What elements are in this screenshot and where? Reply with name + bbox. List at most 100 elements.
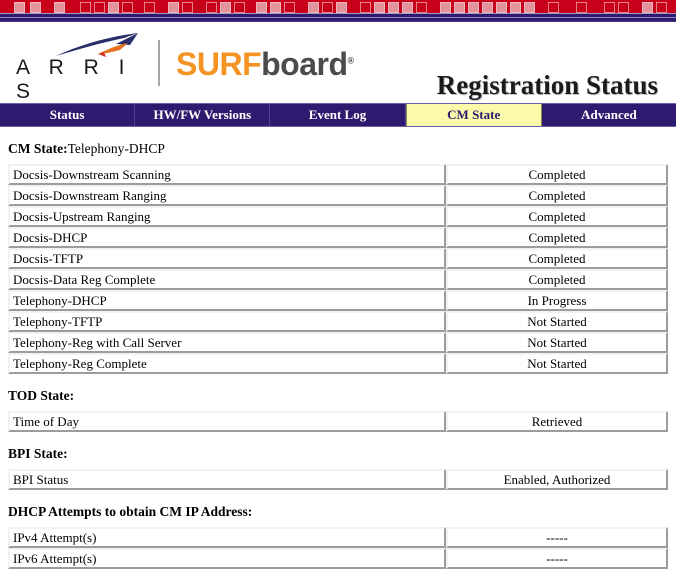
banner-square — [122, 2, 133, 13]
surfboard-surf-text: SURF — [176, 45, 262, 82]
table-row: Docsis-TFTP Completed — [8, 248, 668, 269]
banner-square — [108, 2, 119, 13]
surfboard-wordmark: SURFboard® — [176, 46, 354, 83]
banner-square — [642, 2, 653, 13]
banner-square — [454, 2, 465, 13]
dhcp-attempts-table: IPv4 Attempt(s) ----- IPv6 Attempt(s) ----- — [8, 527, 668, 569]
table-row: Telephony-TFTP Not Started — [8, 311, 668, 332]
row-label: Telephony-Reg with Call Server — [8, 332, 446, 353]
banner-square — [604, 2, 615, 13]
banner-square — [168, 2, 179, 13]
surfboard-board-text: board — [261, 45, 348, 82]
brand-logo: A R R I S SURFboard® — [16, 30, 354, 103]
registration-status-table-body: Docsis-Downstream Scanning Completed Docsi… — [8, 164, 668, 374]
row-label: IPv4 Attempt(s) — [8, 527, 446, 548]
table-row: Time of Day Retrieved — [8, 411, 668, 432]
table-row: IPv4 Attempt(s) ----- — [8, 527, 668, 548]
banner-square — [284, 2, 295, 13]
banner-square — [656, 2, 667, 13]
nav-tab-hw-fw-versions[interactable]: HW/FW Versions — [135, 104, 271, 126]
row-status: Completed — [446, 185, 668, 206]
tod-state-table-body: Time of Day Retrieved — [8, 411, 668, 432]
row-status: In Progress — [446, 290, 668, 311]
row-label: Docsis-TFTP — [8, 248, 446, 269]
table-row: Docsis-DHCP Completed — [8, 227, 668, 248]
banner-square — [524, 2, 535, 13]
row-status: Not Started — [446, 311, 668, 332]
row-label: Telephony-Reg Complete — [8, 353, 446, 374]
dhcp-attempts-table-body: IPv4 Attempt(s) ----- IPv6 Attempt(s) ----- — [8, 527, 668, 569]
cm-state-value: Telephony-DHCP — [67, 141, 165, 156]
row-status: Completed — [446, 206, 668, 227]
banner-square — [220, 2, 231, 13]
cm-state-label: CM State: — [8, 141, 68, 156]
row-status: Completed — [446, 164, 668, 185]
banner-square — [144, 2, 155, 13]
banner-square — [206, 2, 217, 13]
page-title: Registration Status — [436, 70, 658, 100]
registered-trademark-icon: ® — [347, 54, 355, 65]
banner-square — [482, 2, 493, 13]
row-status: ----- — [446, 527, 668, 548]
table-row: Telephony-Reg with Call Server Not Starte… — [8, 332, 668, 353]
banner-square — [576, 2, 587, 13]
table-row: Docsis-Upstream Ranging Completed — [8, 206, 668, 227]
table-row: Telephony-Reg Complete Not Started — [8, 353, 668, 374]
row-status: Enabled, Authorized — [446, 469, 668, 490]
banner-square — [322, 2, 333, 13]
banner-square — [270, 2, 281, 13]
banner-square — [308, 2, 319, 13]
banner-square — [30, 2, 41, 13]
banner-square — [496, 2, 507, 13]
banner-square — [336, 2, 347, 13]
banner-square — [54, 2, 65, 13]
table-row: IPv6 Attempt(s) ----- — [8, 548, 668, 569]
arris-logo: A R R I S — [16, 32, 144, 103]
banner-square — [360, 2, 371, 13]
table-row: BPI Status Enabled, Authorized — [8, 469, 668, 490]
nav-tab-cm-state[interactable]: CM State — [405, 104, 542, 126]
row-status: Not Started — [446, 332, 668, 353]
row-label: Docsis-Downstream Ranging — [8, 185, 446, 206]
row-label: Docsis-Data Reg Complete — [8, 269, 446, 290]
banner-stripes — [0, 13, 676, 22]
row-label: Time of Day — [8, 411, 446, 432]
page-content: CM State:Telephony-DHCP Docsis-Downstrea… — [0, 141, 676, 569]
arris-wordmark: A R R I S — [16, 56, 132, 103]
banner-square — [94, 2, 105, 13]
banner-square — [14, 2, 25, 13]
banner-square — [182, 2, 193, 13]
row-status: Retrieved — [446, 411, 668, 432]
main-navigation-bar[interactable]: Status HW/FW Versions Event Log CM State Adv… — [0, 103, 676, 127]
arris-swoosh-icon — [56, 33, 138, 57]
banner-square — [440, 2, 451, 13]
row-label: Telephony-DHCP — [8, 290, 446, 311]
cm-state-summary: CM State:Telephony-DHCP — [8, 141, 668, 157]
bpi-state-table: BPI Status Enabled, Authorized — [8, 469, 668, 490]
row-label: BPI Status — [8, 469, 446, 490]
banner-square — [510, 2, 521, 13]
nav-tab-status[interactable]: Status — [0, 104, 136, 126]
row-label: Docsis-Upstream Ranging — [8, 206, 446, 227]
banner-square — [548, 2, 559, 13]
banner-square — [256, 2, 267, 13]
table-row: Docsis-Downstream Ranging Completed — [8, 185, 668, 206]
tod-state-table: Time of Day Retrieved — [8, 411, 668, 432]
banner-square — [234, 2, 245, 13]
dhcp-attempts-label: DHCP Attempts to obtain CM IP Address: — [8, 504, 253, 519]
bpi-state-label: BPI State: — [8, 446, 68, 461]
row-status: ----- — [446, 548, 668, 569]
banner-square — [416, 2, 427, 13]
banner-square — [374, 2, 385, 13]
nav-tab-event-log[interactable]: Event Log — [270, 104, 406, 126]
registration-status-table: Docsis-Downstream Scanning Completed Docsi… — [8, 164, 668, 374]
row-status: Completed — [446, 269, 668, 290]
nav-tab-advanced[interactable]: Advanced — [542, 104, 676, 126]
row-label: Telephony-TFTP — [8, 311, 446, 332]
table-row: Docsis-Downstream Scanning Completed — [8, 164, 668, 185]
table-row: Telephony-DHCP In Progress — [8, 290, 668, 311]
banner-square — [80, 2, 91, 13]
banner-square — [468, 2, 479, 13]
row-label: Docsis-DHCP — [8, 227, 446, 248]
row-status: Completed — [446, 227, 668, 248]
